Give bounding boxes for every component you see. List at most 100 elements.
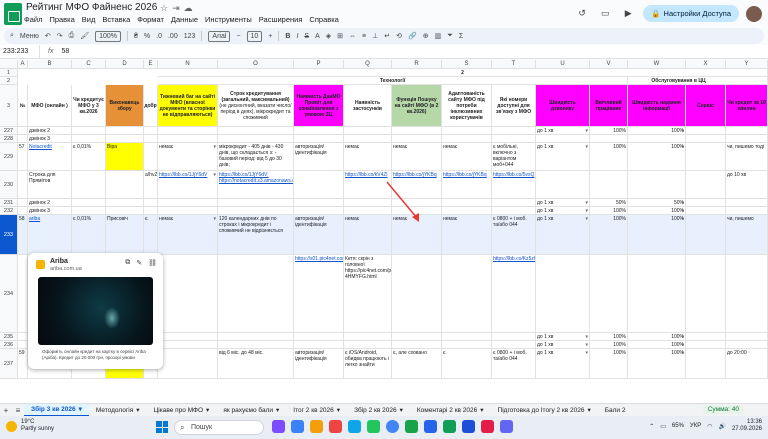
cell-r234-u[interactable] — [536, 255, 590, 333]
cell-r228-x[interactable] — [686, 135, 726, 143]
cell-r228-u[interactable] — [536, 135, 590, 143]
cell-r230-o[interactable]: https://lbb.co/1JjY6dV; https://notacred… — [218, 171, 294, 199]
sheet-tab-active[interactable]: Збір 3 кв 2026 ▾ — [24, 403, 89, 417]
cell-r235-r[interactable] — [392, 333, 442, 341]
cell-r232-a[interactable] — [18, 207, 28, 215]
app-icon[interactable] — [405, 420, 418, 433]
cell-r227-o[interactable] — [218, 127, 294, 135]
file-explorer-icon[interactable] — [310, 420, 323, 433]
row-header[interactable]: 228 — [0, 135, 18, 143]
cell-r233-num[interactable]: 58 — [18, 215, 28, 255]
cell-r235-s[interactable] — [442, 333, 492, 341]
cell-r230-s[interactable]: https://lbb.co/jYKBq — [442, 171, 492, 199]
cell-r229-n[interactable]: немає — [158, 143, 218, 171]
cell-r229-e[interactable] — [144, 143, 158, 171]
cell-r227-a[interactable] — [18, 127, 28, 135]
cell-r227-y[interactable] — [726, 127, 768, 135]
move-icon[interactable]: ⇥ — [172, 3, 184, 13]
cell-r228-r[interactable] — [392, 135, 442, 143]
header-credits[interactable]: Чи кредитує МФО у 3 кв.2026 — [72, 85, 106, 127]
cell-r233-d[interactable]: Присовіч — [106, 215, 144, 255]
cell-r229-c[interactable]: є 0,01% — [72, 143, 106, 171]
cell-r236-o[interactable] — [218, 341, 294, 349]
app-icon[interactable] — [500, 420, 513, 433]
decimal-decrease-button[interactable]: .0 — [156, 33, 162, 40]
cell-r231-y[interactable] — [726, 199, 768, 207]
italic-button[interactable]: I — [296, 33, 298, 40]
cell-r233-t[interactable]: є 0800 + і моб. та/або 044 — [492, 215, 536, 255]
cell-r235-v[interactable]: 100% — [590, 333, 628, 341]
weather-widget[interactable]: 19°C Partly sunny — [6, 419, 54, 433]
cell-r231-w[interactable]: 50% — [628, 199, 686, 207]
menu-data[interactable]: Данные — [171, 15, 198, 24]
cell-r229-q[interactable]: немає — [344, 143, 392, 171]
cell-r228-s[interactable] — [442, 135, 492, 143]
sheet-tab[interactable]: Бали 2 — [598, 404, 633, 417]
cell-r232-v[interactable]: 100% — [590, 207, 628, 215]
cell-r228-b[interactable]: дзвінок 3 — [28, 135, 72, 143]
cell-r236-t[interactable] — [492, 341, 536, 349]
cell-r237-u[interactable]: до 1 хв — [536, 349, 590, 379]
preview-url[interactable]: ariba.com.ua — [50, 266, 82, 272]
cell-r229-s[interactable]: немає — [442, 143, 492, 171]
row-header[interactable]: 236 — [0, 341, 18, 349]
cell-r231-a[interactable] — [18, 199, 28, 207]
row-header[interactable]: 230 — [0, 171, 18, 199]
header-promit[interactable]: Наявність ДанМО Проміт для ознайомлення … — [294, 85, 344, 127]
header-term[interactable]: Строк кредитування (загальний, максималь… — [218, 85, 294, 127]
cell-r229-num[interactable]: 57 — [18, 143, 28, 171]
sheet-tab[interactable]: як рахуємо бали ▾ — [216, 404, 286, 417]
text-color-button[interactable]: A — [315, 33, 320, 40]
cell-r233-o[interactable]: 120 календарних днів по строках і мікрок… — [218, 215, 294, 255]
cell-r228-a[interactable] — [18, 135, 28, 143]
functions-icon[interactable]: Σ — [459, 33, 463, 40]
align-icon[interactable]: ≡ — [362, 33, 366, 40]
cell-r237-s[interactable]: є — [442, 349, 492, 379]
sheet-tab[interactable]: Ітог 2 кв 2026 ▾ — [286, 404, 347, 417]
cell-r227-w[interactable]: 100% — [628, 127, 686, 135]
cell-r229-y[interactable]: чи, пишемо тоді — [726, 143, 768, 171]
cell-r230-u[interactable] — [536, 171, 590, 199]
cell-r237-t[interactable]: є 0800 + і моб. та/або 044 — [492, 349, 536, 379]
print-icon[interactable]: ⎙ — [69, 32, 75, 40]
cloud-icon[interactable]: ☁ — [184, 3, 197, 13]
battery-icon[interactable]: ▭ — [660, 423, 666, 430]
cell-r236-s[interactable] — [442, 341, 492, 349]
rotate-icon[interactable]: ⟲ — [396, 32, 402, 40]
cell-r237-y[interactable]: до 20:00 — [726, 349, 768, 379]
cell-r232-x[interactable] — [686, 207, 726, 215]
cell-r230-n[interactable]: https://lbb.co/1JjY6dV — [158, 171, 218, 199]
cell-r233-b[interactable]: ariba — [28, 215, 72, 255]
cell-r236-q[interactable] — [344, 341, 392, 349]
app-icon[interactable] — [367, 420, 380, 433]
cell-r234-w[interactable] — [628, 255, 686, 333]
app-icon[interactable] — [272, 420, 285, 433]
cell-r227-t[interactable] — [492, 127, 536, 135]
cell-r230-b[interactable]: Строка для Прямітов — [28, 171, 72, 199]
cell-r237-o[interactable]: від 6 міс. до 48 міс. — [218, 349, 294, 379]
zoom-select[interactable]: 100% — [95, 30, 121, 42]
cell-r228-o[interactable] — [218, 135, 294, 143]
cell-r231-o[interactable] — [218, 199, 294, 207]
menu-file[interactable]: Файл — [24, 15, 42, 24]
sheet-tab[interactable]: Методологія ▾ — [89, 404, 147, 417]
header-e[interactable]: добр — [144, 85, 158, 127]
column-header-d[interactable]: D — [106, 60, 144, 69]
clock[interactable]: 13:36 27.09.2026 — [732, 419, 762, 433]
cell-r234-o[interactable] — [218, 255, 294, 333]
column-header-w[interactable]: W — [628, 60, 686, 69]
cell-r234-s[interactable] — [442, 255, 492, 333]
cell-r229-t[interactable]: є мобільні, включно з варіантом моб+044 — [492, 143, 536, 171]
header-num[interactable]: № — [18, 85, 28, 127]
avatar[interactable] — [746, 5, 762, 22]
cell-r229-u[interactable]: до 1 хв — [536, 143, 590, 171]
unlink-icon[interactable]: ⛓ — [148, 259, 157, 267]
row-header[interactable]: 232 — [0, 207, 18, 215]
wifi-icon[interactable]: ◠ — [707, 423, 712, 430]
font-select[interactable]: Arial — [208, 30, 231, 42]
menu-insert[interactable]: Вставка — [102, 15, 130, 24]
cell-r234-t[interactable]: https://lbb.co/Kz5zhwKK — [492, 255, 536, 333]
cell-r232-o[interactable] — [218, 207, 294, 215]
cell-r237-r[interactable]: є, але сховано — [392, 349, 442, 379]
meet-icon[interactable]: ▶ — [620, 6, 636, 22]
